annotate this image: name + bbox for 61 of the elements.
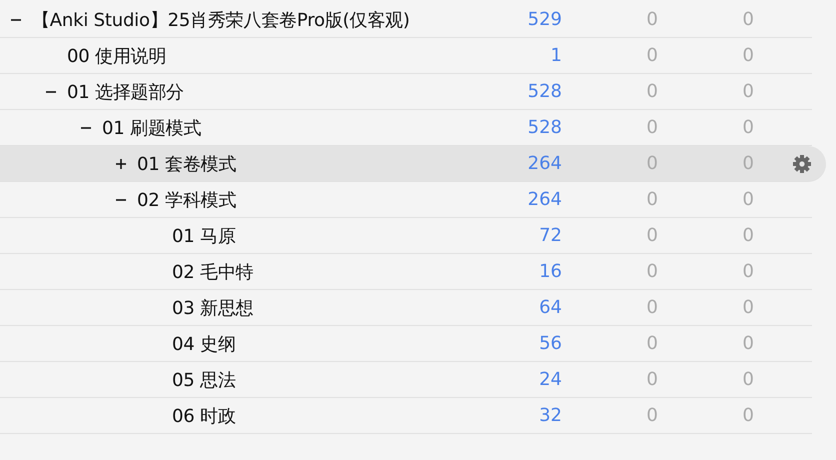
deck-name[interactable]: 00 使用说明 xyxy=(67,44,166,68)
settings-icon[interactable] xyxy=(792,154,812,174)
due-count: 0 xyxy=(742,333,754,354)
deck-row[interactable]: 02 学科模式 264 0 0 xyxy=(0,182,812,218)
deck-name[interactable]: 03 新思想 xyxy=(172,296,254,320)
new-count: 72 xyxy=(538,225,562,246)
due-count: 0 xyxy=(742,297,754,318)
new-count: 1 xyxy=(550,45,562,66)
due-count: 0 xyxy=(742,81,754,102)
deck-name[interactable]: 02 毛中特 xyxy=(172,260,254,284)
deck-name[interactable]: 01 刷题模式 xyxy=(102,116,202,140)
deck-row[interactable]: 02 毛中特 16 0 0 xyxy=(0,254,812,290)
learn-count: 0 xyxy=(646,333,658,354)
deck-name[interactable]: 01 选择题部分 xyxy=(67,80,184,104)
deck-row[interactable]: 05 思法 24 0 0 xyxy=(0,362,812,398)
due-count: 0 xyxy=(742,153,754,174)
learn-count: 0 xyxy=(646,369,658,390)
deck-name[interactable]: 04 史纲 xyxy=(172,332,236,356)
learn-count: 0 xyxy=(646,189,658,210)
deck-row[interactable]: 03 新思想 64 0 0 xyxy=(0,290,812,326)
deck-name[interactable]: 06 时政 xyxy=(172,404,236,428)
learn-count: 0 xyxy=(646,9,658,30)
new-count: 16 xyxy=(538,261,562,282)
learn-count: 0 xyxy=(646,261,658,282)
deck-row[interactable]: 04 史纲 56 0 0 xyxy=(0,326,812,362)
deck-row[interactable]: 01 套卷模式 264 0 0 xyxy=(0,146,826,182)
due-count: 0 xyxy=(742,405,754,426)
learn-count: 0 xyxy=(646,81,658,102)
deck-row[interactable]: 01 马原 72 0 0 xyxy=(0,218,812,254)
new-count: 24 xyxy=(538,369,562,390)
expand-icon[interactable] xyxy=(116,158,126,168)
deck-name[interactable]: 01 马原 xyxy=(172,224,236,248)
learn-count: 0 xyxy=(646,45,658,66)
due-count: 0 xyxy=(742,225,754,246)
deck-name[interactable]: 02 学科模式 xyxy=(137,188,236,212)
due-count: 0 xyxy=(742,369,754,390)
new-count: 32 xyxy=(538,405,562,426)
due-count: 0 xyxy=(742,189,754,210)
due-count: 0 xyxy=(742,9,754,30)
deck-row[interactable]: 06 时政 32 0 0 xyxy=(0,398,812,434)
learn-count: 0 xyxy=(646,153,658,174)
deck-row[interactable]: 【Anki Studio】25肖秀荣八套卷Pro版(仅客观) 529 0 0 xyxy=(0,2,812,38)
deck-name[interactable]: 【Anki Studio】25肖秀荣八套卷Pro版(仅客观) xyxy=(32,8,410,32)
new-count: 264 xyxy=(526,189,562,210)
new-count: 528 xyxy=(526,81,562,102)
new-count: 264 xyxy=(526,153,562,174)
learn-count: 0 xyxy=(646,405,658,426)
deck-row[interactable]: 01 选择题部分 528 0 0 xyxy=(0,74,812,110)
due-count: 0 xyxy=(742,261,754,282)
new-count: 528 xyxy=(526,117,562,138)
deck-row[interactable]: 00 使用说明 1 0 0 xyxy=(0,38,812,74)
learn-count: 0 xyxy=(646,297,658,318)
new-count: 529 xyxy=(526,9,562,30)
learn-count: 0 xyxy=(646,225,658,246)
due-count: 0 xyxy=(742,45,754,66)
deck-name[interactable]: 01 套卷模式 xyxy=(137,152,236,176)
deck-name[interactable]: 05 思法 xyxy=(172,368,236,392)
new-count: 56 xyxy=(538,333,562,354)
new-count: 64 xyxy=(538,297,562,318)
due-count: 0 xyxy=(742,117,754,138)
learn-count: 0 xyxy=(646,117,658,138)
